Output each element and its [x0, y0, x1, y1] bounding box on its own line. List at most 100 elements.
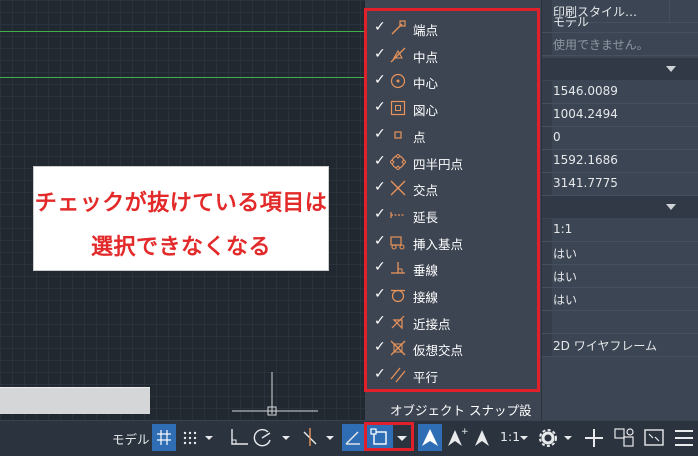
object-snap-menu-item[interactable]: ✓ 挿入基点 [366, 229, 536, 255]
snap-tracking-icon [345, 431, 360, 445]
checkmark-icon: ✓ [374, 45, 386, 62]
checkmark-icon: ✓ [374, 366, 386, 383]
annotation-object-icon [475, 430, 489, 446]
property-value: 0 [553, 130, 561, 144]
property-row[interactable]: はい [540, 288, 698, 311]
property-value: はい [553, 247, 578, 261]
grid-toggle-button[interactable] [152, 424, 176, 451]
object-snap-menu-item[interactable]: ✓ 垂線 [366, 255, 536, 281]
isodraft-icon [303, 428, 334, 446]
model-space-button[interactable]: モデル [108, 424, 150, 451]
extension-icon [390, 207, 406, 223]
command-line[interactable] [0, 387, 150, 414]
snap-mode-button[interactable] [180, 424, 218, 451]
properties-panel: 印刷スタイル… モデル 使用できません。 1546.0089 1004.2494… [540, 0, 698, 420]
chevron-down-icon [666, 66, 676, 72]
object-snap-menu-item[interactable]: ✓ 中点 [366, 42, 536, 68]
hamburger-menu-icon [675, 430, 693, 446]
property-row[interactable]: はい [540, 265, 698, 288]
checkmark-icon: ✓ [374, 72, 386, 89]
isolate-objects-icon [614, 428, 634, 447]
svg-text:+: + [461, 427, 468, 437]
ortho-mode-button[interactable] [226, 424, 252, 451]
highlight-box [364, 422, 414, 451]
object-snap-menu-item-label: 図心 [413, 103, 439, 119]
property-row[interactable]: 1004.2494 [540, 104, 698, 127]
checkmark-icon: ✓ [374, 19, 386, 35]
checkmark-icon: ✓ [374, 312, 386, 329]
node-icon [390, 127, 406, 143]
auto-scale-button[interactable]: + [444, 424, 469, 451]
isodraft-button[interactable] [298, 424, 340, 451]
property-row[interactable]: 使用できません。 [540, 33, 698, 56]
object-snap-tracking-button[interactable] [342, 424, 364, 451]
property-row[interactable]: 1546.0089 [540, 81, 698, 104]
property-row[interactable]: 3141.7775 [540, 173, 698, 196]
object-snap-menu-item[interactable]: ✓ 仮想交点 [366, 335, 536, 361]
drawing-line-green [0, 31, 368, 32]
property-section-header[interactable] [540, 196, 698, 218]
annotation-callout: チェックが抜けている項目は 選択できなくなる [33, 166, 329, 271]
object-snap-menu-item[interactable]: ✓ 平行 [366, 362, 536, 388]
endpoint-icon [390, 20, 406, 36]
object-snap-menu-item[interactable]: ✓ 四半円点 [366, 149, 536, 175]
model-space-label: モデル [112, 432, 150, 447]
object-snap-settings-item[interactable]: オブジェクト スナップ設定... [366, 396, 540, 437]
fullscreen-icon [644, 429, 664, 446]
scale-dropdown[interactable]: 1:1 [498, 424, 532, 451]
center-icon [390, 73, 406, 89]
object-snap-menu-item-label: 平行 [413, 370, 439, 386]
property-row[interactable] [540, 311, 698, 334]
checkmark-icon: ✓ [374, 259, 386, 276]
add-button[interactable] [582, 424, 606, 451]
workspace-settings-button[interactable] [536, 424, 578, 451]
object-snap-menu-item-label: 交点 [413, 183, 439, 199]
polar-tracking-button[interactable] [252, 424, 294, 451]
property-row[interactable]: 1:1 [540, 219, 698, 242]
perpendicular-icon [390, 260, 406, 276]
property-row[interactable]: はい [540, 242, 698, 265]
clean-screen-button[interactable] [642, 424, 666, 451]
ortho-icon [231, 429, 248, 445]
checkmark-icon: ✓ [374, 205, 386, 222]
property-value: 1004.2494 [553, 107, 618, 121]
insertion-icon [390, 234, 406, 250]
property-value: 1546.0089 [553, 84, 618, 98]
object-snap-menu-item[interactable]: ✓ 接線 [366, 282, 536, 308]
property-row[interactable]: 0 [540, 127, 698, 150]
property-row[interactable]: 1592.1686 [540, 150, 698, 173]
checkmark-icon: ✓ [374, 232, 386, 249]
property-row[interactable]: 2D ワイヤフレーム [540, 334, 698, 357]
checkmark-icon: ✓ [374, 179, 386, 196]
property-row[interactable]: モデル [540, 10, 698, 33]
object-snap-menu-item[interactable]: ✓ 点 [366, 122, 536, 148]
object-snap-menu-item-label: 垂線 [413, 263, 439, 279]
midpoint-icon [390, 47, 406, 63]
checkmark-icon: ✓ [374, 125, 386, 142]
customization-menu-button[interactable] [672, 424, 696, 451]
property-value: 1:1 [553, 222, 573, 236]
nearest-icon [390, 314, 406, 330]
object-snap-menu-item[interactable]: ✓ 図心 [366, 95, 536, 121]
centroid-icon [390, 100, 406, 116]
object-snap-menu-item-label: 中心 [413, 76, 439, 92]
chevron-down-icon [520, 436, 528, 440]
isolate-objects-button[interactable] [612, 424, 636, 451]
checkmark-icon: ✓ [374, 286, 386, 302]
annotation-scale-button[interactable] [470, 424, 494, 451]
object-snap-menu-item[interactable]: ✓ 近接点 [366, 309, 536, 335]
chevron-down-icon [666, 204, 676, 210]
property-section-header[interactable] [540, 58, 698, 80]
annotation-scale-icon [422, 429, 438, 446]
property-value: 使用できません。 [553, 38, 649, 52]
object-snap-menu-item-label: 中点 [413, 49, 439, 65]
object-snap-menu-item[interactable]: ✓ 中心 [366, 68, 536, 94]
object-snap-menu-item[interactable]: ✓ 交点 [366, 175, 536, 201]
object-snap-menu-item[interactable]: ✓ 端点 [366, 15, 536, 41]
annotation-visibility-button[interactable] [418, 424, 442, 451]
object-snap-menu-item-label: 近接点 [413, 316, 451, 332]
object-snap-menu-item[interactable]: ✓ 延長 [366, 202, 536, 228]
checkmark-icon: ✓ [374, 152, 386, 169]
property-value: はい [553, 270, 578, 284]
annotation-autoscale-icon: + [448, 427, 469, 446]
